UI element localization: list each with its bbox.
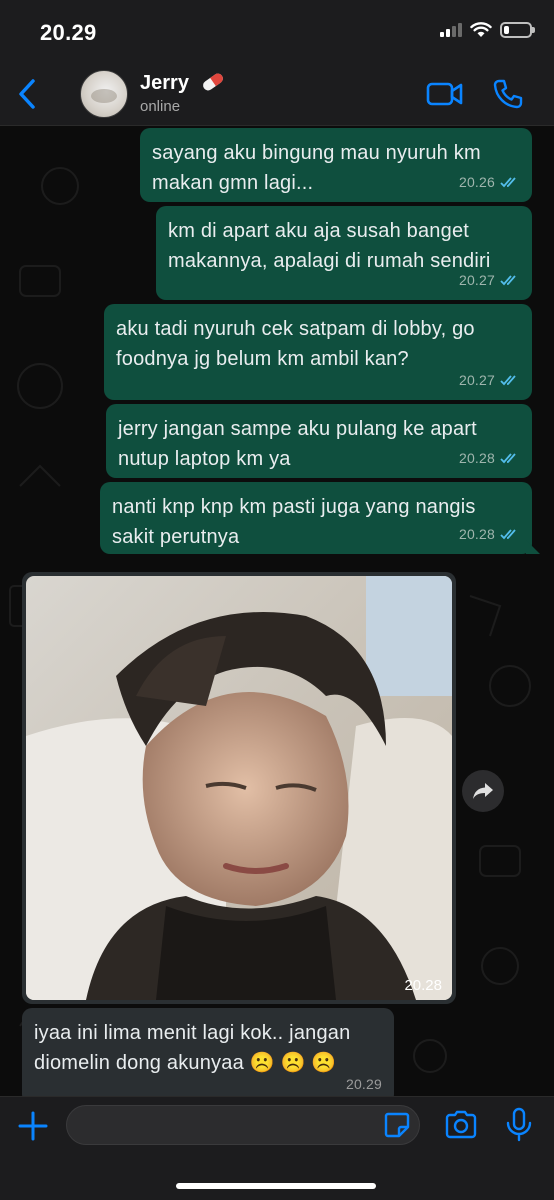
message-meta: 20.27 <box>459 265 520 295</box>
wifi-icon <box>470 22 492 37</box>
phone-icon <box>493 79 523 109</box>
home-indicator[interactable] <box>176 1183 376 1189</box>
photo[interactable]: 20.28 <box>26 576 452 1000</box>
microphone-icon <box>506 1107 532 1142</box>
cellular-signal-icon <box>440 23 462 37</box>
contact-status: online <box>140 98 181 115</box>
image-message[interactable]: 20.28 <box>22 572 456 1004</box>
message-meta: 20.26 <box>459 167 520 197</box>
double-check-icon <box>500 375 516 386</box>
camera-button[interactable] <box>444 1109 478 1141</box>
message-bubble-incoming[interactable]: iyaa ini lima menit lagi kok.. jangan di… <box>22 1008 394 1096</box>
message-bubble-outgoing[interactable]: sayang aku bingung mau nyuruh km makan g… <box>140 128 532 202</box>
message-time: 20.29 <box>345 1076 382 1092</box>
video-call-button[interactable] <box>426 80 464 108</box>
double-check-icon <box>500 453 516 464</box>
contact-name[interactable]: Jerry <box>140 72 189 95</box>
plus-icon <box>18 1111 48 1141</box>
status-time: 20.29 <box>40 20 97 45</box>
message-bubble-outgoing[interactable]: km di apart aku aja susah banget makanny… <box>156 206 532 300</box>
message-bubble-outgoing[interactable]: nanti knp knp km pasti juga yang nangis … <box>100 482 540 554</box>
microphone-button[interactable] <box>504 1107 534 1143</box>
message-time: 20.27 <box>458 272 495 288</box>
message-time: 20.28 <box>458 526 495 542</box>
pill-emoji-icon <box>203 73 223 91</box>
message-input[interactable] <box>66 1105 420 1145</box>
voice-call-button[interactable] <box>492 78 524 110</box>
double-check-icon <box>500 275 516 286</box>
sticker-icon <box>384 1112 410 1138</box>
bubble-tail <box>526 540 540 554</box>
message-text: iyaa ini lima menit lagi kok.. jangan di… <box>34 1022 357 1074</box>
status-icons <box>440 22 535 38</box>
attach-button[interactable] <box>16 1109 50 1143</box>
selfie-photo <box>26 576 452 1000</box>
forward-button[interactable] <box>462 770 504 812</box>
video-camera-icon <box>426 82 463 106</box>
message-bubble-outgoing[interactable]: aku tadi nyuruh cek satpam di lobby, go … <box>104 304 532 400</box>
status-bar: 20.29 <box>0 0 554 62</box>
contact-avatar[interactable] <box>80 70 128 118</box>
message-meta: 20.29 <box>346 1069 382 1096</box>
chat-area[interactable]: sayang aku bingung mau nyuruh km makan g… <box>0 126 554 1096</box>
message-meta: 20.27 <box>459 365 520 395</box>
forward-arrow-icon <box>473 783 493 799</box>
double-check-icon <box>500 177 516 188</box>
image-time: 20.28 <box>404 977 442 994</box>
message-meta: 20.28 <box>459 519 520 549</box>
sticker-button[interactable] <box>384 1112 410 1138</box>
camera-icon <box>445 1110 477 1139</box>
message-time: 20.28 <box>458 450 495 466</box>
back-button[interactable] <box>10 76 44 112</box>
chat-header: Jerry online <box>0 62 554 126</box>
battery-icon <box>500 22 535 38</box>
message-time: 20.27 <box>458 372 495 388</box>
message-meta: 20.28 <box>459 443 520 473</box>
chevron-left-icon <box>19 79 35 109</box>
message-bubble-outgoing[interactable]: jerry jangan sampe aku pulang ke apart n… <box>106 404 532 478</box>
message-time: 20.26 <box>458 174 495 190</box>
double-check-icon <box>500 529 516 540</box>
